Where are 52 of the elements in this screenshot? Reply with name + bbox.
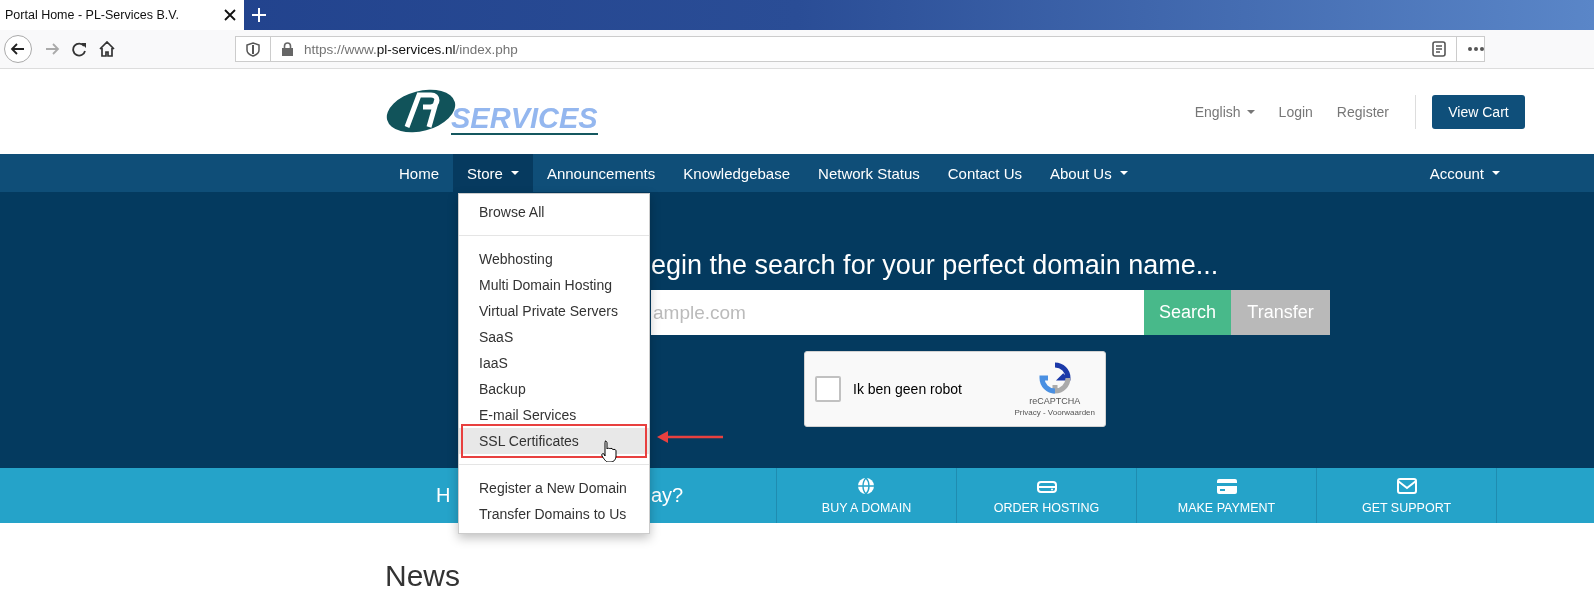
nav-item[interactable]: Announcements xyxy=(532,154,670,192)
menu-item[interactable]: SaaS xyxy=(459,324,649,350)
header-link[interactable]: English xyxy=(1194,103,1255,120)
address-bar[interactable]: https://www.pl-services.nl/index.php xyxy=(235,36,1485,62)
captcha-brand: reCAPTCHA xyxy=(1029,395,1081,406)
captcha-label: Ik ben geen robot xyxy=(853,381,962,397)
nav-item[interactable]: Account xyxy=(1415,154,1514,192)
nav-item[interactable]: Contact Us xyxy=(933,154,1036,192)
url-text: https://www.pl-services.nl/index.php xyxy=(304,41,518,57)
menu-item[interactable]: IaaS xyxy=(459,350,649,376)
globe-icon xyxy=(856,476,877,495)
back-arrow-icon xyxy=(10,42,26,56)
shield-icon[interactable] xyxy=(246,41,260,57)
menu-item[interactable]: Transfer Domains to Us xyxy=(459,501,649,527)
nav-item[interactable]: Home xyxy=(385,154,453,192)
home-icon[interactable] xyxy=(99,41,115,57)
header-link[interactable]: Login xyxy=(1278,103,1313,120)
close-icon[interactable] xyxy=(224,9,236,21)
menu-item[interactable]: Browse All xyxy=(459,199,649,225)
more-icon[interactable] xyxy=(1467,45,1484,53)
envelope-icon xyxy=(1396,476,1417,495)
header-link[interactable]: Register xyxy=(1336,103,1389,120)
browser-tab[interactable]: Portal Home - PL-Services B.V. xyxy=(0,0,244,30)
captcha-checkbox[interactable] xyxy=(815,376,841,402)
nav-item[interactable]: Knowledgebase xyxy=(669,154,805,192)
menu-item[interactable]: Webhosting xyxy=(459,246,649,272)
recaptcha-logo-icon xyxy=(1038,361,1071,394)
plus-icon[interactable] xyxy=(252,8,266,22)
tab-title: Portal Home - PL-Services B.V. xyxy=(5,8,179,22)
lock-icon xyxy=(281,42,294,56)
menu-item[interactable]: Register a New Domain xyxy=(459,475,649,501)
nav-item[interactable]: Store xyxy=(453,154,533,192)
menu-item[interactable]: Virtual Private Servers xyxy=(459,298,649,324)
banner-text: ay? xyxy=(651,484,684,507)
reload-icon[interactable] xyxy=(72,41,87,57)
menu-item[interactable]: Backup xyxy=(459,376,649,402)
hero-heading: egin the search for your perfect domain name... xyxy=(651,249,1220,282)
news-heading: News xyxy=(384,558,461,593)
menu-item[interactable]: Multi Domain Hosting xyxy=(459,272,649,298)
captcha-links[interactable]: Privacy - Voorwaarden xyxy=(1014,407,1095,417)
back-button[interactable] xyxy=(4,35,32,63)
nav-item[interactable]: About Us xyxy=(1035,154,1142,192)
hand-cursor-icon xyxy=(599,440,618,462)
logo-text: SERVICES xyxy=(451,102,598,135)
domain-search-field[interactable]: ample.com xyxy=(651,290,1144,335)
menu-item[interactable]: E-mail Services xyxy=(459,402,649,428)
banner-text: H xyxy=(436,484,451,507)
pointer-arrow xyxy=(657,430,723,444)
reader-view-icon[interactable] xyxy=(1432,41,1446,57)
credit-card-icon xyxy=(1216,476,1237,495)
nav-item[interactable]: Network Status xyxy=(804,154,934,192)
view-cart-button[interactable]: View Cart xyxy=(1432,94,1525,129)
